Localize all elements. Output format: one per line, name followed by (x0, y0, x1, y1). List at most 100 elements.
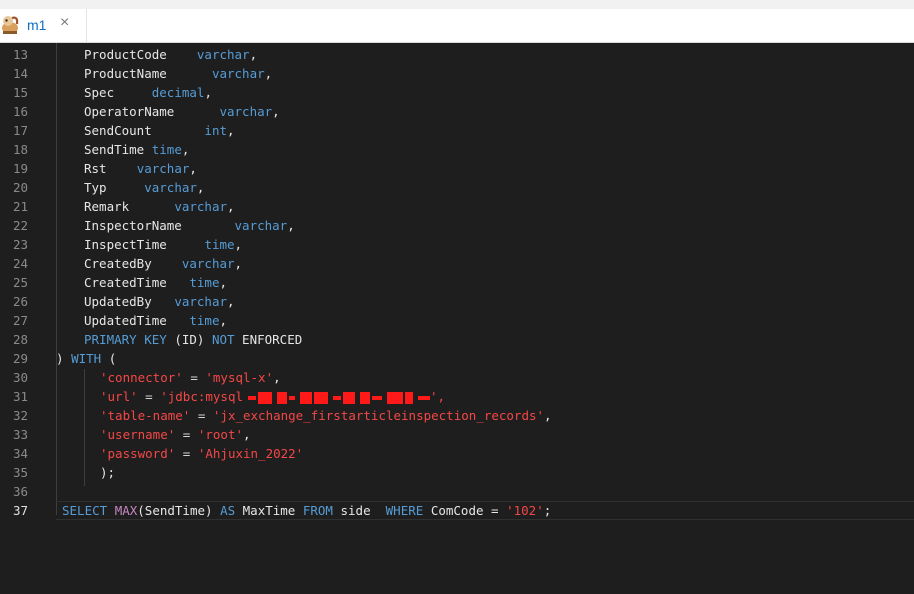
column-type: varchar (136, 161, 190, 176)
line-number: 22 (12, 218, 28, 233)
code-line: 19 Rst varchar, (0, 159, 914, 178)
code-line: 35); (0, 463, 914, 482)
column-name: InspectorName (84, 218, 182, 233)
code-line: 18 SendTime time, (0, 140, 914, 159)
code-token: = (175, 446, 198, 461)
code-token: ; (543, 503, 552, 518)
line-number: 30 (12, 370, 28, 385)
line-number: 20 (12, 180, 28, 195)
code-text: SendTime time, (84, 140, 189, 159)
code-token: ', (430, 389, 446, 404)
line-number: 25 (12, 275, 28, 290)
property-key: 'table-name' (100, 408, 191, 423)
keyword: SELECT (62, 503, 108, 518)
column-type: varchar (219, 104, 273, 119)
column-name: SendTime (84, 142, 145, 157)
code-text: UpdatedBy varchar, (84, 292, 235, 311)
tab-m1[interactable]: m1 × (0, 9, 87, 42)
column-name: CreatedBy (84, 256, 152, 271)
code-token: , (249, 47, 258, 62)
code-editor[interactable]: 13 ProductCode varchar, 14 ProductName varc… (0, 43, 914, 594)
line-number: 21 (12, 199, 28, 214)
code-token: , (264, 66, 273, 81)
redaction-block (372, 395, 383, 400)
redaction-block (405, 391, 414, 404)
code-text: Rst varchar, (84, 159, 197, 178)
code-text: UpdatedTime time, (84, 311, 227, 330)
property-key: 'password' (100, 446, 176, 461)
column-type: time (189, 275, 220, 290)
keyword: FROM (302, 503, 333, 518)
column-name: ProductCode (84, 47, 167, 62)
column-type: time (151, 142, 182, 157)
code-line: 26 UpdatedBy varchar, (0, 292, 914, 311)
code-text: 'url' = 'jdbc:mysql ', (100, 387, 445, 406)
property-key: 'connector' (100, 370, 183, 385)
column-type: varchar (211, 66, 265, 81)
code-token: , (189, 161, 197, 176)
close-icon[interactable]: × (60, 14, 69, 32)
column-type: decimal (151, 85, 205, 100)
line-number: 17 (12, 123, 28, 138)
code-token: ComCode = (423, 503, 507, 518)
redaction-block (300, 391, 313, 404)
redacted-value (243, 389, 431, 404)
code-text: Remark varchar, (84, 197, 235, 216)
column-name: CreatedTime (84, 275, 167, 290)
keyword: WITH (71, 351, 102, 366)
code-line: 33 'username' = 'root', (0, 425, 914, 444)
code-token: side (332, 503, 386, 518)
squirrel-app-icon (2, 16, 19, 34)
code-line: 31 'url' = 'jdbc:mysql ', (0, 387, 914, 406)
column-type: int (204, 123, 227, 138)
string-literal: '102' (506, 503, 544, 518)
code-token: , (273, 370, 281, 385)
line-number: 18 (12, 142, 28, 157)
code-text: SendCount int, (84, 121, 235, 140)
column-name: UpdatedTime (84, 313, 167, 328)
redaction-block (289, 395, 296, 400)
column-name: ProductName (84, 66, 167, 81)
line-number: 26 (12, 294, 28, 309)
column-name: Remark (84, 199, 130, 214)
property-value: 'jdbc:mysql (160, 389, 244, 404)
column-type: varchar (174, 294, 227, 309)
code-line: 37 SELECT MAX(SendTime) AS MaxTime FROM s… (0, 501, 914, 520)
code-token: , (227, 123, 235, 138)
line-number: 27 (12, 313, 28, 328)
line-number: 14 (12, 66, 28, 81)
column-type: varchar (196, 47, 250, 62)
keyword: AS (220, 503, 236, 518)
code-token: , (219, 313, 228, 328)
line-number: 13 (12, 47, 28, 62)
code-line: 28 PRIMARY KEY (ID) NOT ENFORCED (0, 330, 914, 349)
column-name: Rst (84, 161, 107, 176)
column-name: InspectTime (84, 237, 167, 252)
code-text: ProductCode varchar, (84, 45, 257, 64)
code-line: 22 InspectorName varchar, (0, 216, 914, 235)
code-text: CreatedBy varchar, (84, 254, 242, 273)
code-text: 'connector' = 'mysql-x', (100, 368, 281, 387)
code-token: , (219, 275, 228, 290)
redaction-block (277, 391, 288, 404)
property-value: 'Ahjuxin_2022' (197, 446, 304, 461)
property-value: 'root' (197, 427, 243, 442)
function-name: MAX (114, 503, 138, 518)
code-token: , (243, 427, 251, 442)
code-text: Typ varchar, (84, 178, 204, 197)
keyword: NOT (211, 332, 235, 347)
keyword: WHERE (385, 503, 424, 518)
code-text: PRIMARY KEY (ID) NOT ENFORCED (84, 330, 302, 349)
code-token: = (182, 370, 206, 385)
code-token: (SendTime) (137, 503, 221, 518)
code-token: , (234, 256, 243, 271)
line-number: 31 (12, 389, 28, 404)
